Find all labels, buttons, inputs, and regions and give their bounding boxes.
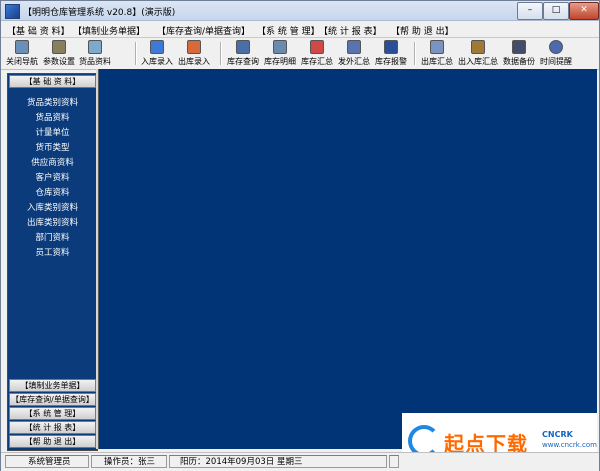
status-operator: 操作员：张三 (91, 455, 167, 468)
sidebar-header-help-exit[interactable]: 【帮 助 退 出】 (9, 435, 96, 448)
clock-icon (549, 40, 563, 54)
sidebar-item-goods-category[interactable]: 货品类别资料 (8, 96, 97, 108)
close-nav-button[interactable]: 关闭导航 (4, 39, 40, 68)
sidebar-item-currency[interactable]: 货币类型 (8, 141, 97, 153)
outsource-summary-button[interactable]: 发外汇总 (336, 39, 372, 68)
close-button[interactable]: ✕ (569, 2, 599, 20)
menu-inventory-query[interactable]: 【库存查询/单据查询】 (157, 24, 250, 37)
minimize-button[interactable]: – (517, 2, 543, 20)
stock-in-icon (150, 40, 164, 54)
status-empty (389, 455, 399, 468)
window-title: 【明明仓库管理系统 v20.8】(演示版) (23, 8, 176, 18)
menu-system-admin[interactable]: 【系 统 管 理】 (257, 24, 320, 37)
app-icon (5, 4, 20, 19)
inventory-summary-icon (310, 40, 324, 54)
stock-out-summary-button[interactable]: 出库汇总 (419, 39, 455, 68)
maximize-button[interactable]: □ (543, 2, 569, 20)
menu-reports[interactable]: 【统 计 报 表】 (319, 24, 382, 37)
inventory-detail-button[interactable]: 库存明细 (262, 39, 298, 68)
sidebar-item-supplier[interactable]: 供应商资料 (8, 156, 97, 168)
menu-business-docs[interactable]: 【填制业务单据】 (73, 24, 145, 37)
sidebar-header-basic-data[interactable]: 【基 础 资 料】 (9, 75, 96, 88)
menu-basic-data[interactable]: 【基 础 资 料】 (7, 24, 70, 37)
close-nav-icon (15, 40, 29, 54)
watermark-tag: CNCRK (542, 430, 573, 439)
stock-in-entry-button[interactable]: 入库录入 (139, 39, 175, 68)
sidebar-header-business-docs[interactable]: 【填制业务单据】 (9, 379, 96, 392)
title-bar[interactable]: 【明明仓库管理系统 v20.8】(演示版) – □ ✕ (1, 1, 599, 21)
sidebar-item-warehouse[interactable]: 仓库资料 (8, 186, 97, 198)
sidebar-item-customer[interactable]: 客户资料 (8, 171, 97, 183)
goods-data-button[interactable]: 货品资料 (77, 39, 113, 68)
toolbar-separator (135, 42, 137, 65)
inventory-detail-icon (273, 40, 287, 54)
inventory-query-button[interactable]: 库存查询 (225, 39, 261, 68)
inventory-alert-icon (384, 40, 398, 54)
status-role: 系统管理员 (5, 455, 89, 468)
stock-out-icon (187, 40, 201, 54)
status-date: 阳历：2014年09月03日 星期三 (169, 455, 387, 468)
sidebar-item-goods[interactable]: 货品资料 (8, 111, 97, 123)
sidebar-item-employee[interactable]: 员工资料 (8, 246, 97, 258)
toolbar: 关闭导航 参数设置 货品资料 入库录入 出库录入 库存查询 库存明细 库存汇总 … (1, 38, 599, 70)
settings-button[interactable]: 参数设置 (41, 39, 77, 68)
toolbar-separator (414, 42, 416, 65)
goods-icon (88, 40, 102, 54)
status-bar: 系统管理员 操作员：张三 阳历：2014年09月03日 星期三 (1, 452, 599, 471)
stock-out-summary-icon (430, 40, 444, 54)
sidebar-item-stock-out-category[interactable]: 出库类别资料 (8, 216, 97, 228)
watermark-url: www.cncrk.com (542, 441, 597, 449)
sidebar-header-system-admin[interactable]: 【系 统 管 理】 (9, 407, 96, 420)
main-workspace (98, 69, 597, 449)
sidebar-header-reports[interactable]: 【统 计 报 表】 (9, 421, 96, 434)
menu-bar: 【基 础 资 料】 【填制业务单据】 【库存查询/单据查询】 【系 统 管 理】… (1, 21, 599, 38)
toolbar-separator (220, 42, 222, 65)
data-backup-button[interactable]: 数据备份 (501, 39, 537, 68)
in-out-summary-button[interactable]: 出入库汇总 (456, 39, 500, 68)
inventory-search-icon (236, 40, 250, 54)
inventory-alert-button[interactable]: 库存报警 (373, 39, 409, 68)
sidebar-item-units[interactable]: 计量单位 (8, 126, 97, 138)
time-reminder-button[interactable]: 时间提醒 (538, 39, 574, 68)
app-window: 【明明仓库管理系统 v20.8】(演示版) – □ ✕ 【基 础 资 料】 【填… (0, 0, 600, 471)
sidebar-item-stock-in-category[interactable]: 入库类别资料 (8, 201, 97, 213)
sidebar-header-inventory-query[interactable]: 【库存查询/单据查询】 (9, 393, 96, 406)
outsource-summary-icon (347, 40, 361, 54)
backup-icon (512, 40, 526, 54)
menu-help-exit[interactable]: 【帮 助 退 出】 (391, 24, 454, 37)
inventory-summary-button[interactable]: 库存汇总 (299, 39, 335, 68)
stock-out-entry-button[interactable]: 出库录入 (176, 39, 212, 68)
sidebar: 【基 础 资 料】 货品类别资料 货品资料 计量单位 货币类型 供应商资料 客户… (7, 73, 98, 451)
settings-icon (52, 40, 66, 54)
in-out-summary-icon (471, 40, 485, 54)
sidebar-item-department[interactable]: 部门资料 (8, 231, 97, 243)
